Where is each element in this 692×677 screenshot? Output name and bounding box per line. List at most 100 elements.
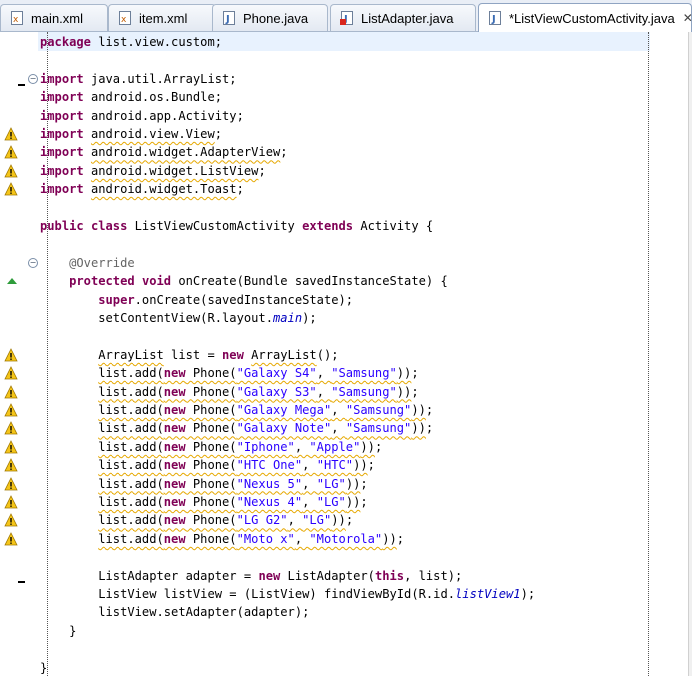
code-line[interactable]: import android.widget.ListView; bbox=[40, 162, 266, 180]
code-token: list.add( bbox=[98, 421, 164, 436]
warning-icon[interactable] bbox=[4, 439, 18, 454]
code-token: onCreate(Bundle savedInstanceState) { bbox=[171, 274, 448, 289]
code-token: super bbox=[98, 292, 135, 307]
warning-icon[interactable] bbox=[4, 476, 18, 491]
code-line[interactable]: list.add(new Phone("Nexus 5", "LG")); bbox=[40, 475, 367, 493]
code-token: ListViewCustomActivity bbox=[127, 219, 303, 233]
collapse-fold-icon[interactable]: − bbox=[28, 257, 38, 268]
code-line[interactable]: import android.os.Bundle; bbox=[40, 88, 222, 106]
warning-icon[interactable] bbox=[4, 513, 18, 527]
code-line[interactable]: setContentView(R.layout.main); bbox=[40, 309, 316, 327]
code-line[interactable]: list.add(new Phone("HTC One", "HTC")); bbox=[40, 456, 375, 474]
code-line[interactable]: list.add(new Phone("LG G2", "LG")); bbox=[40, 511, 353, 529]
code-token: Phone( bbox=[185, 531, 237, 546]
code-token: ; bbox=[425, 421, 434, 436]
warning-icon[interactable] bbox=[4, 384, 18, 399]
code-token: "Galaxy Note" bbox=[236, 421, 332, 436]
code-line[interactable]: list.add(new Phone("Galaxy S3", "Samsung… bbox=[40, 383, 418, 401]
code-line[interactable]: import android.widget.Toast; bbox=[40, 180, 244, 198]
code-token: ; bbox=[360, 495, 368, 509]
code-editor[interactable]: − − package list.view.custom; import java.… bbox=[0, 32, 692, 676]
code-line[interactable]: } bbox=[40, 622, 76, 640]
code-token: , bbox=[294, 439, 310, 454]
warning-icon[interactable] bbox=[4, 531, 18, 546]
vertical-ruler[interactable] bbox=[0, 32, 25, 676]
code-line[interactable]: import android.view.View; bbox=[40, 125, 222, 143]
close-tab-icon[interactable]: ✕ bbox=[683, 11, 692, 25]
code-line[interactable]: list.add(new Phone("Iphone", "Apple")); bbox=[40, 438, 382, 456]
code-line[interactable]: list.add(new Phone("Nexus 4", "LG")); bbox=[40, 493, 368, 511]
code-token: ; bbox=[258, 163, 266, 178]
code-line[interactable]: protected void onCreate(Bundle savedInst… bbox=[40, 272, 448, 290]
code-token: "LG" bbox=[316, 495, 346, 509]
tab-main-xml[interactable]: x main.xml bbox=[0, 4, 108, 31]
warning-icon[interactable] bbox=[4, 127, 18, 141]
code-token: "Moto x" bbox=[236, 531, 295, 546]
warning-icon[interactable] bbox=[4, 495, 18, 509]
code-token: listView.setAdapter(adapter); bbox=[40, 605, 310, 620]
code-line[interactable]: list.add(new Phone("Moto x", "Motorola")… bbox=[40, 530, 404, 548]
code-line[interactable]: ListView listView = (ListView) findViewB… bbox=[40, 585, 535, 603]
code-token: import bbox=[40, 71, 84, 86]
code-token: ; bbox=[374, 439, 383, 454]
code-line[interactable]: list.add(new Phone("Galaxy S4", "Samsung… bbox=[40, 364, 418, 382]
override-indicator-icon[interactable] bbox=[7, 278, 17, 285]
code-line[interactable]: @Override bbox=[40, 254, 135, 272]
code-token: "Samsung" bbox=[331, 366, 397, 381]
warning-icon[interactable] bbox=[4, 145, 18, 159]
code-token: Activity { bbox=[353, 219, 434, 233]
code-token: ; bbox=[425, 403, 434, 417]
warning-icon[interactable] bbox=[4, 421, 18, 435]
warning-icon[interactable] bbox=[4, 347, 18, 362]
code-line[interactable]: ListAdapter adapter = new ListAdapter(th… bbox=[40, 567, 462, 585]
warning-icon[interactable] bbox=[4, 163, 18, 178]
tab-label: *ListViewCustomActivity.java bbox=[509, 10, 675, 26]
code-line[interactable]: } bbox=[40, 659, 47, 677]
tab-phone-java[interactable]: J Phone.java bbox=[212, 4, 328, 31]
code-token: "Samsung" bbox=[345, 403, 412, 417]
code-token: Phone( bbox=[185, 384, 237, 399]
code-line[interactable]: super.onCreate(savedInstanceState); bbox=[40, 291, 353, 309]
code-token: android.app.Activity; bbox=[83, 108, 244, 123]
tab-item-xml[interactable]: x item.xml bbox=[108, 4, 216, 31]
code-token: list.add( bbox=[98, 439, 164, 454]
warning-icon[interactable] bbox=[4, 458, 18, 472]
code-line[interactable]: public class ListViewCustomActivity exte… bbox=[40, 217, 433, 235]
code-token: "LG" bbox=[316, 476, 346, 491]
code-token: new bbox=[163, 531, 186, 546]
code-token: list.add( bbox=[98, 384, 164, 399]
code-token: ); bbox=[520, 587, 536, 601]
code-token: , bbox=[302, 458, 317, 473]
code-token: list.add( bbox=[98, 476, 164, 491]
code-token: import bbox=[40, 108, 84, 123]
code-line[interactable]: ArrayList list = new ArrayList(); bbox=[40, 346, 338, 364]
code-token: listView1 bbox=[455, 587, 521, 601]
code-line[interactable]: import android.app.Activity; bbox=[40, 107, 244, 125]
code-token: )) bbox=[396, 366, 412, 381]
code-token: ; bbox=[236, 182, 244, 197]
warning-icon[interactable] bbox=[4, 403, 18, 417]
code-line[interactable]: package list.view.custom; bbox=[40, 33, 222, 51]
warning-icon[interactable] bbox=[4, 366, 18, 380]
tab-listadapter-java[interactable]: J ListAdapter.java bbox=[330, 4, 476, 31]
code-line[interactable]: import java.util.ArrayList; bbox=[40, 70, 237, 88]
code-token: "Apple" bbox=[309, 439, 361, 454]
code-token: void bbox=[141, 274, 172, 289]
code-line[interactable]: import android.widget.AdapterView; bbox=[40, 143, 288, 161]
folding-ruler[interactable]: − − bbox=[22, 32, 38, 676]
code-line[interactable]: list.add(new Phone("Galaxy Mega", "Samsu… bbox=[40, 401, 433, 419]
code-line[interactable]: list.add(new Phone("Galaxy Note", "Samsu… bbox=[40, 419, 433, 437]
tab-listviewcustomactivity-java[interactable]: J *ListViewCustomActivity.java ✕ bbox=[478, 3, 692, 32]
warning-icon[interactable] bbox=[4, 182, 18, 196]
overview-ruler[interactable] bbox=[688, 32, 692, 676]
collapse-fold-icon[interactable]: − bbox=[28, 73, 38, 84]
code-line[interactable]: listView.setAdapter(adapter); bbox=[40, 603, 309, 621]
code-token: )) bbox=[396, 384, 412, 399]
code-token: ArrayList bbox=[98, 347, 164, 362]
code-token: )) bbox=[360, 439, 375, 454]
